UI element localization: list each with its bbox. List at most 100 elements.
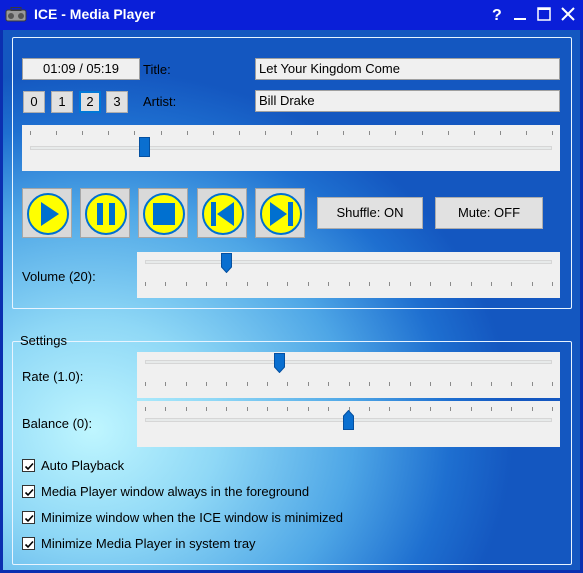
slider-tick — [531, 282, 533, 286]
checkbox-box[interactable] — [22, 459, 35, 472]
maximize-button[interactable] — [535, 4, 553, 24]
slider-tick — [185, 382, 187, 386]
slider-tick — [450, 382, 452, 386]
rate-label: Rate (1.0): — [22, 369, 84, 384]
slider-tick — [328, 382, 330, 386]
slider-tick — [56, 131, 58, 135]
balance-label: Balance (0): — [22, 416, 93, 431]
checkbox-box[interactable] — [22, 511, 35, 524]
seek-slider[interactable] — [22, 125, 560, 171]
slider-tick — [369, 131, 371, 135]
slider-tick — [525, 131, 527, 135]
slider-tick — [238, 131, 240, 135]
slider-tick — [531, 407, 533, 411]
volume-slider-thumb[interactable] — [220, 253, 232, 273]
client-area: 01:09 / 05:19 Title: Let Your Kingdom Co… — [3, 30, 580, 570]
slider-tick — [348, 282, 350, 286]
slider-tick — [267, 282, 269, 286]
slider-tick — [206, 282, 208, 286]
slider-tick — [264, 131, 266, 135]
slider-tick — [108, 131, 110, 135]
slider-tick — [552, 131, 553, 135]
checkmark-icon — [24, 462, 34, 471]
slider-tick — [185, 407, 187, 411]
preset-button-0[interactable]: 0 — [23, 91, 45, 113]
minimize-button[interactable] — [511, 4, 529, 24]
slider-tick — [287, 382, 289, 386]
rate-slider-thumb[interactable] — [273, 353, 285, 373]
preset-button-1[interactable]: 1 — [51, 91, 73, 113]
checkbox-label: Minimize Media Player in system tray — [41, 536, 256, 551]
stop-button[interactable] — [138, 188, 188, 238]
shuffle-button[interactable]: Shuffle: ON — [317, 197, 423, 229]
slider-tick — [450, 282, 452, 286]
slider-tick — [511, 282, 513, 286]
time-display: 01:09 / 05:19 — [22, 58, 140, 80]
volume-label: Volume (20): — [22, 269, 96, 284]
slider-tick — [409, 282, 411, 286]
checkbox-box[interactable] — [22, 537, 35, 550]
slider-tick — [145, 407, 146, 411]
slider-tick — [30, 131, 31, 135]
checkmark-icon — [24, 488, 34, 497]
slider-tick — [206, 382, 208, 386]
slider-tick — [389, 282, 391, 286]
balance-slider-thumb[interactable] — [343, 410, 354, 430]
slider-tick — [429, 282, 431, 286]
artist-field[interactable]: Bill Drake — [255, 90, 560, 112]
pause-button[interactable] — [80, 188, 130, 238]
rate-slider[interactable] — [137, 352, 560, 398]
pause-icon — [85, 193, 127, 235]
play-icon — [27, 193, 69, 235]
volume-slider[interactable] — [137, 252, 560, 298]
preset-button-2[interactable]: 2 — [79, 91, 101, 113]
slider-tick — [421, 131, 423, 135]
slider-tick — [368, 282, 370, 286]
svg-text:?: ? — [492, 7, 502, 24]
window-title: ICE - Media Player — [34, 6, 156, 22]
slider-tick — [307, 407, 309, 411]
slider-tick — [291, 131, 292, 135]
slider-tick — [212, 131, 214, 135]
slider-tick — [348, 382, 350, 386]
slider-tick — [287, 407, 289, 411]
balance-slider[interactable] — [137, 401, 560, 447]
slider-tick — [470, 382, 472, 386]
slider-tick — [165, 282, 167, 286]
slider-tick — [389, 407, 391, 411]
slider-tick — [246, 282, 248, 286]
slider-tick — [511, 407, 513, 411]
previous-button[interactable] — [197, 188, 247, 238]
play-button[interactable] — [22, 188, 72, 238]
slider-tick — [470, 407, 472, 411]
preset-button-3[interactable]: 3 — [106, 91, 128, 113]
slider-tick — [429, 407, 431, 411]
mute-button[interactable]: Mute: OFF — [435, 197, 543, 229]
slider-tick — [490, 382, 492, 386]
seek-slider-thumb[interactable] — [139, 137, 151, 157]
slider-tick — [307, 282, 309, 286]
checkbox-label: Media Player window always in the foregr… — [41, 484, 310, 499]
slider-tick — [328, 282, 330, 286]
title-bar[interactable]: ICE - Media Player ? — [0, 0, 583, 30]
maximize-icon — [537, 7, 551, 21]
help-button[interactable]: ? — [488, 4, 506, 24]
slider-tick — [473, 131, 475, 135]
slider-tick — [307, 382, 309, 386]
checkbox-label: Auto Playback — [41, 458, 125, 473]
slider-tick — [552, 282, 553, 286]
checkbox-box[interactable] — [22, 485, 35, 498]
skip-previous-icon — [202, 193, 244, 235]
skip-next-icon — [260, 193, 302, 235]
slider-tick — [82, 131, 84, 135]
title-field[interactable]: Let Your Kingdom Come — [255, 58, 560, 80]
radio-app-icon — [5, 7, 27, 22]
settings-group-label: Settings — [20, 333, 67, 348]
slider-tick — [490, 407, 492, 411]
next-button[interactable] — [255, 188, 305, 238]
slider-tick — [328, 407, 330, 411]
slider-tick — [246, 382, 248, 386]
slider-tick — [185, 282, 187, 286]
slider-tick — [511, 382, 513, 386]
close-button[interactable] — [559, 4, 577, 24]
